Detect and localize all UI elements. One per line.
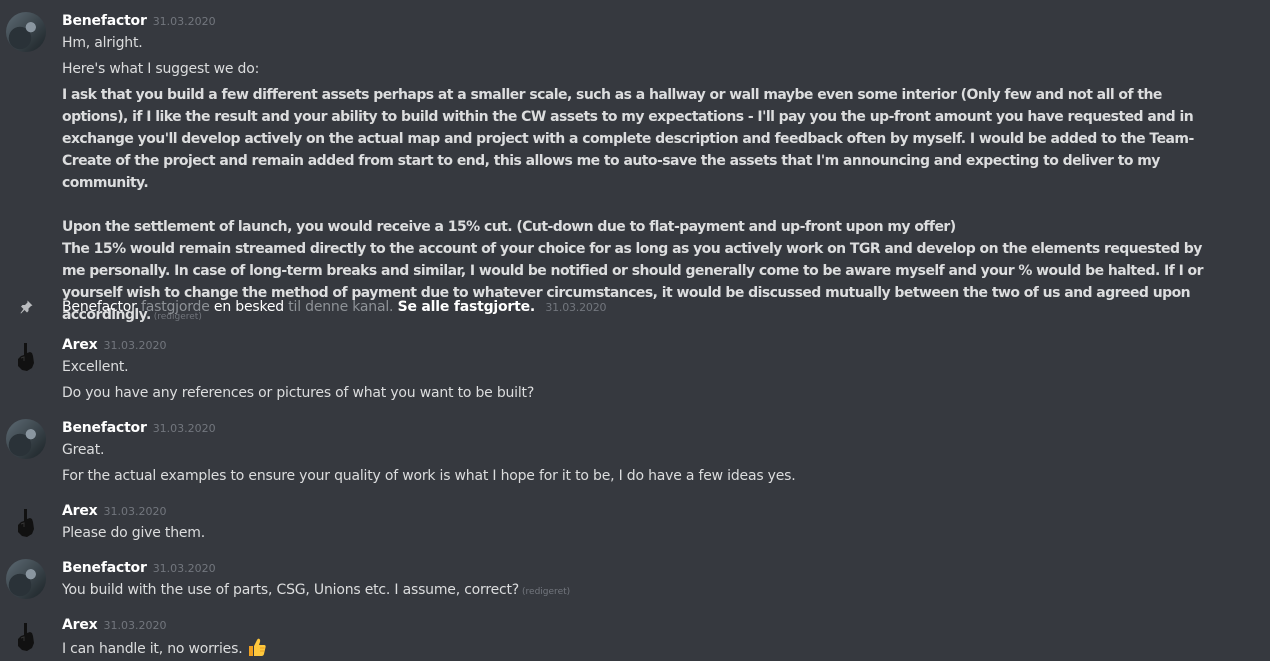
message-header: Arex 31.03.2020 [62,614,166,634]
avatar[interactable] [6,337,46,377]
edited-label: (redigeret) [522,587,571,597]
pin-target: til denne kanal. [288,299,394,315]
hand-gesture-icon [18,509,34,537]
message-header: Benefactor 31.03.2020 [62,557,216,577]
pin-system-message: Benefactor fastgjorde en besked til denn… [0,296,1270,318]
avatar[interactable] [6,617,46,657]
message-text: Great. [62,442,105,458]
message-header: Benefactor 31.03.2020 [62,10,216,30]
message-header: Arex 31.03.2020 [62,500,166,520]
thumbs-up-icon [249,638,267,656]
message-paragraph: Upon the settlement of launch, you would… [62,219,956,235]
timestamp: 31.03.2020 [152,422,216,435]
message-text: Excellent. [62,359,129,375]
hand-gesture-icon [18,623,34,651]
message-text: Please do give them. [62,525,205,541]
username[interactable]: Benefactor [62,420,147,436]
message-text: For the actual examples to ensure your q… [62,468,796,484]
username[interactable]: Benefactor [62,560,147,576]
username[interactable]: Benefactor [62,13,147,29]
timestamp: 31.03.2020 [103,505,167,518]
timestamp: 31.03.2020 [103,339,167,352]
chat-message-list: Benefactor 31.03.2020 Hm, alright. Here's… [0,0,1270,661]
avatar[interactable] [6,503,46,543]
timestamp: 31.03.2020 [152,15,216,28]
username[interactable]: Arex [62,503,98,519]
timestamp: 31.03.2020 [545,301,607,314]
pin-action: fastgjorde [141,299,210,315]
message-paragraph: I ask that you build a few different ass… [62,87,1194,191]
timestamp: 31.03.2020 [103,619,167,632]
timestamp: 31.03.2020 [152,562,216,575]
message-text: Do you have any references or pictures o… [62,385,535,401]
avatar[interactable] [6,559,46,599]
pin-object-link[interactable]: en besked [214,299,284,315]
message-text: Hm, alright. [62,35,143,51]
avatar[interactable] [6,419,46,459]
message-bold-block: I ask that you build a few different ass… [62,84,1222,328]
hand-gesture-icon [18,343,34,371]
message-text: You build with the use of parts, CSG, Un… [62,582,571,598]
see-all-pinned-link[interactable]: Se alle fastgjorte. [398,299,536,315]
username[interactable]: Arex [62,337,98,353]
message-header: Benefactor 31.03.2020 [62,417,216,437]
pin-icon [20,300,33,314]
avatar[interactable] [6,12,46,52]
message-text: I can handle it, no worries. [62,636,1230,660]
pin-author[interactable]: Benefactor [62,299,137,315]
username[interactable]: Arex [62,617,98,633]
message-text: Here's what I suggest we do: [62,61,260,77]
message-header: Arex 31.03.2020 [62,334,166,354]
